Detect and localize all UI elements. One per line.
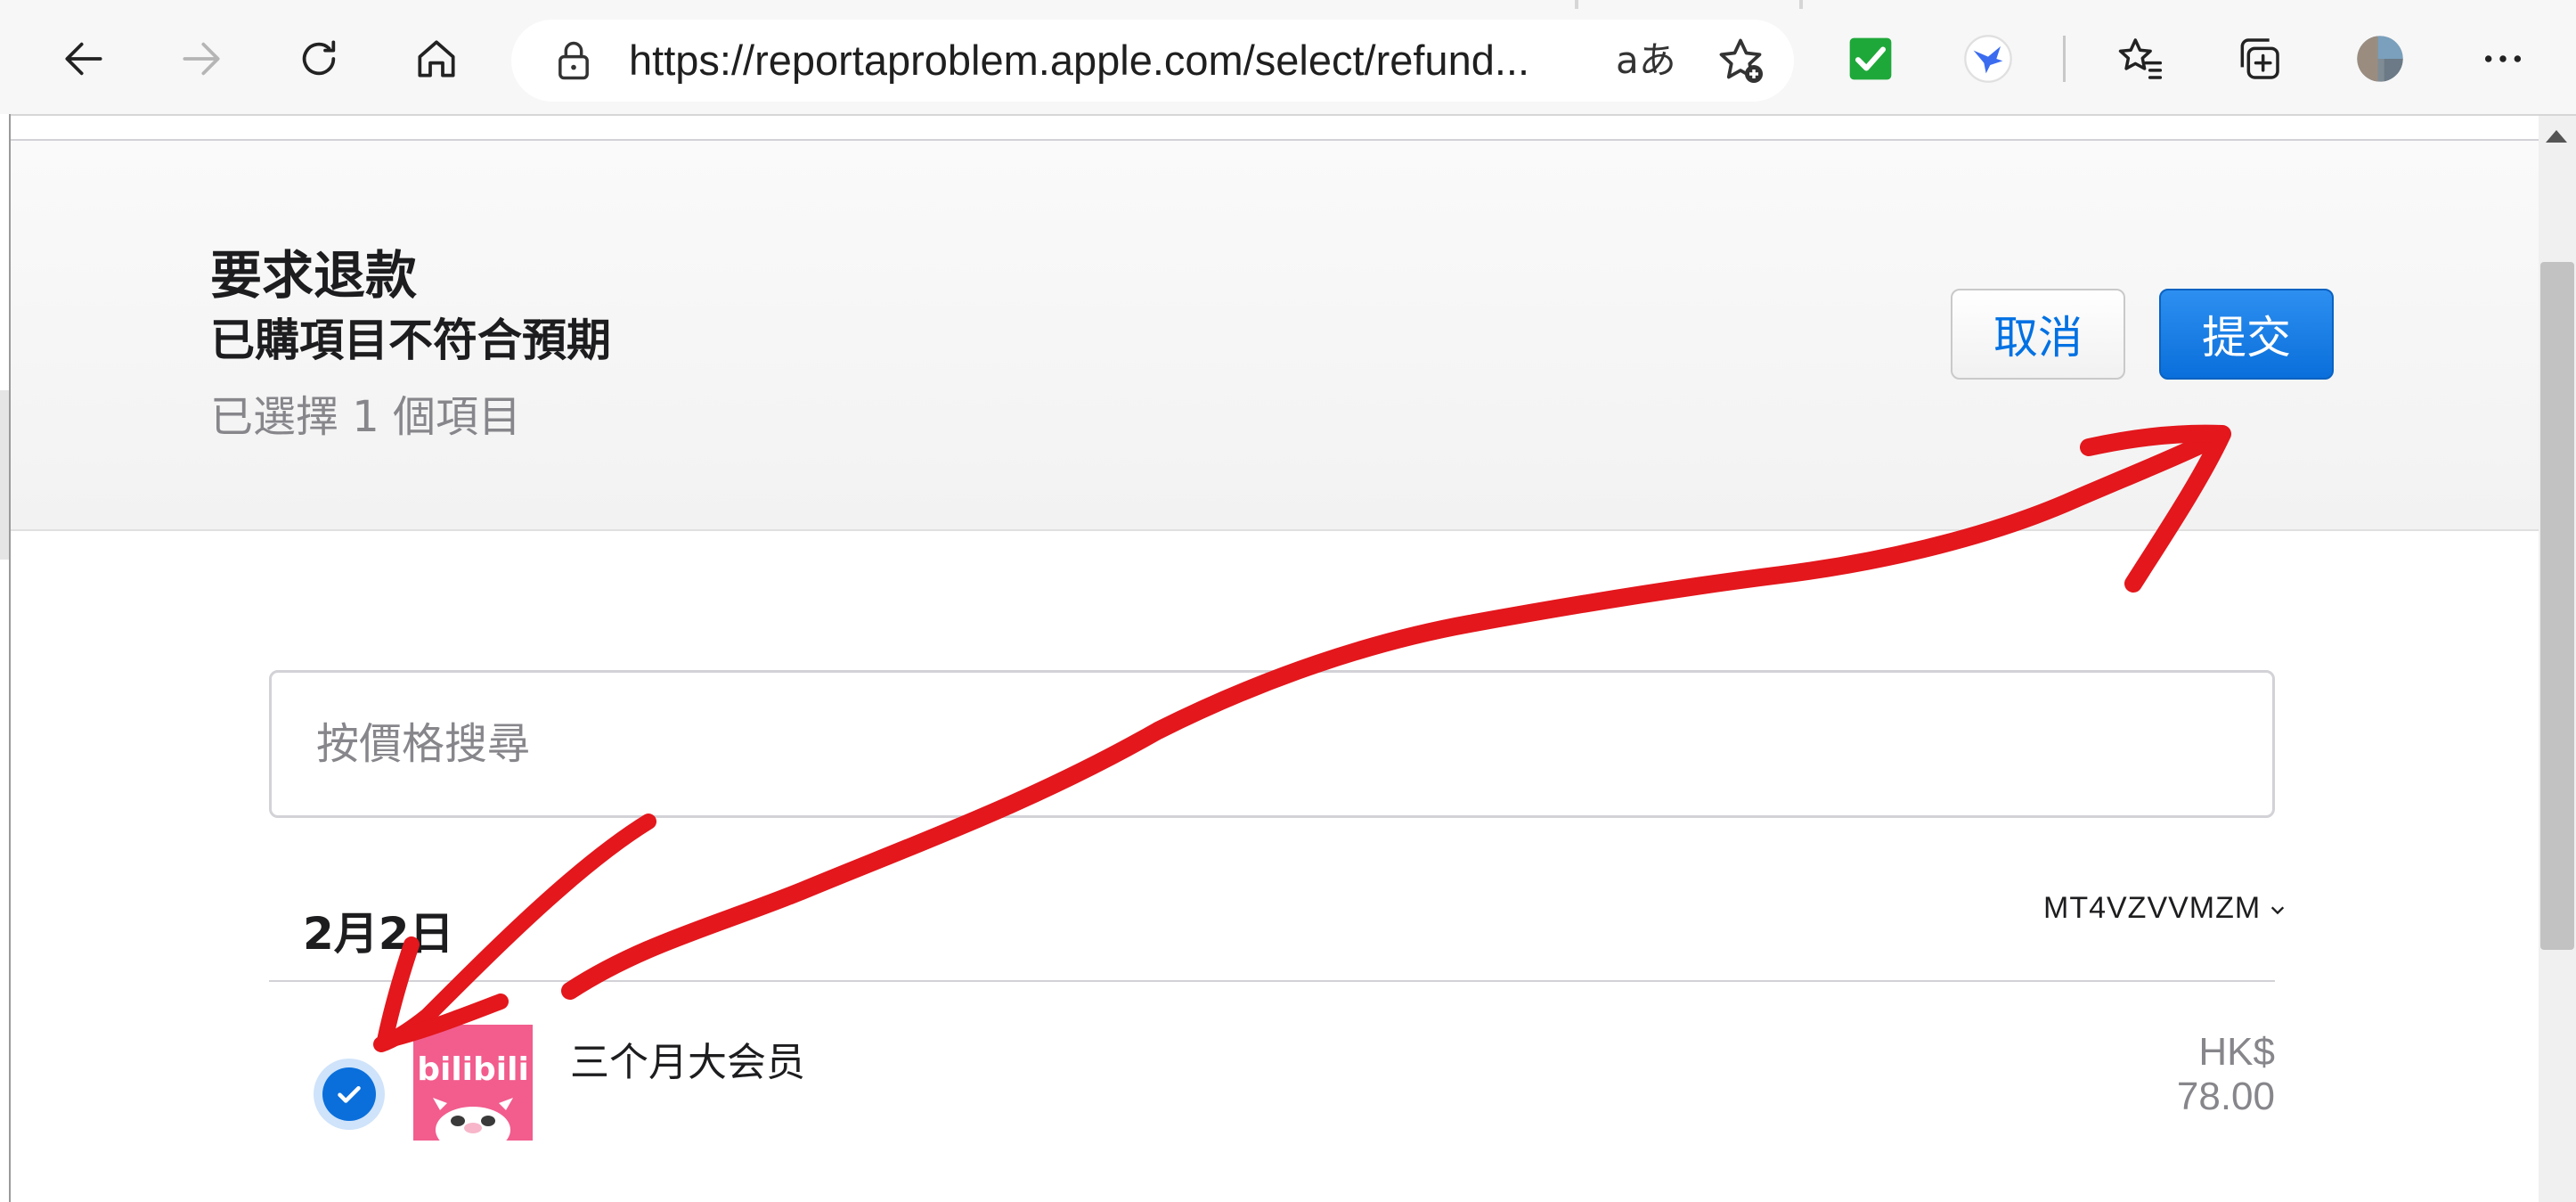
refresh-button[interactable] bbox=[281, 21, 356, 96]
extension-bird-icon bbox=[1964, 35, 2012, 83]
selected-count: 已選擇 1 個項目 bbox=[210, 392, 522, 442]
forward-button[interactable] bbox=[164, 21, 239, 96]
more-icon bbox=[2484, 55, 2522, 62]
url-text[interactable]: https://reportaproblem.apple.com/select/… bbox=[629, 20, 1564, 102]
purchase-date: 2月2日 bbox=[303, 908, 454, 960]
browser-toolbar: https://reportaproblem.apple.com/select/… bbox=[0, 0, 2576, 116]
refund-reason: 已購項目不符合預期 bbox=[210, 315, 611, 366]
collections-icon bbox=[2240, 38, 2279, 79]
address-bar[interactable]: https://reportaproblem.apple.com/select/… bbox=[511, 20, 1794, 102]
favorites-icon bbox=[2118, 38, 2163, 79]
bilibili-app-icon: bilibili bbox=[413, 1025, 533, 1141]
group-divider bbox=[269, 980, 2275, 982]
add-favorite-icon[interactable] bbox=[1714, 34, 1767, 87]
tab-edge bbox=[1799, 0, 1803, 9]
cancel-button[interactable]: 取消 bbox=[1951, 289, 2125, 380]
submit-button[interactable]: 提交 bbox=[2159, 289, 2334, 380]
checkmark-icon bbox=[338, 1086, 361, 1103]
extension-check-button[interactable] bbox=[1833, 21, 1908, 96]
read-aloud-icon[interactable]: aあ bbox=[1616, 20, 1676, 102]
profile-button[interactable] bbox=[2343, 21, 2417, 96]
order-id-dropdown[interactable]: MT4VZVVMZM bbox=[2043, 891, 2286, 926]
refresh-icon bbox=[302, 40, 336, 76]
profile-avatar bbox=[2357, 36, 2403, 82]
chevron-down-icon bbox=[2271, 906, 2285, 915]
extension-check-icon bbox=[1849, 37, 1892, 80]
bilibili-logo: bilibili bbox=[413, 1025, 533, 1141]
back-icon bbox=[65, 42, 102, 76]
forward-icon bbox=[183, 42, 220, 76]
price-search-input[interactable]: 按價格搜尋 bbox=[269, 670, 2275, 818]
search-placeholder: 按價格搜尋 bbox=[316, 719, 531, 769]
toolbar-divider bbox=[2063, 36, 2066, 82]
item-price: HK$ 78.00 bbox=[2176, 1030, 2275, 1118]
left-panel-stub bbox=[0, 390, 9, 560]
item-name: 三个月大会员 bbox=[570, 1040, 805, 1085]
extension-bird-button[interactable] bbox=[1951, 21, 2026, 96]
lock-icon[interactable] bbox=[550, 37, 597, 84]
checkbox-fill bbox=[322, 1067, 376, 1121]
scrollbar-thumb[interactable] bbox=[2540, 262, 2574, 950]
order-id-text: MT4VZVVMZM bbox=[2043, 891, 2262, 925]
home-button[interactable] bbox=[399, 21, 474, 96]
left-panel-edge bbox=[0, 114, 11, 1202]
back-button[interactable] bbox=[46, 21, 121, 96]
collections-button[interactable] bbox=[2221, 21, 2296, 96]
bilibili-logo-text: bilibili bbox=[417, 1051, 529, 1088]
item-checkbox[interactable] bbox=[314, 1059, 385, 1130]
scroll-up-arrow-icon[interactable] bbox=[2546, 130, 2567, 143]
home-icon bbox=[418, 40, 455, 78]
favorites-button[interactable] bbox=[2102, 21, 2177, 96]
page-title: 要求退款 bbox=[210, 245, 418, 306]
tab-edge bbox=[1575, 0, 1578, 9]
more-button[interactable] bbox=[2466, 21, 2540, 96]
